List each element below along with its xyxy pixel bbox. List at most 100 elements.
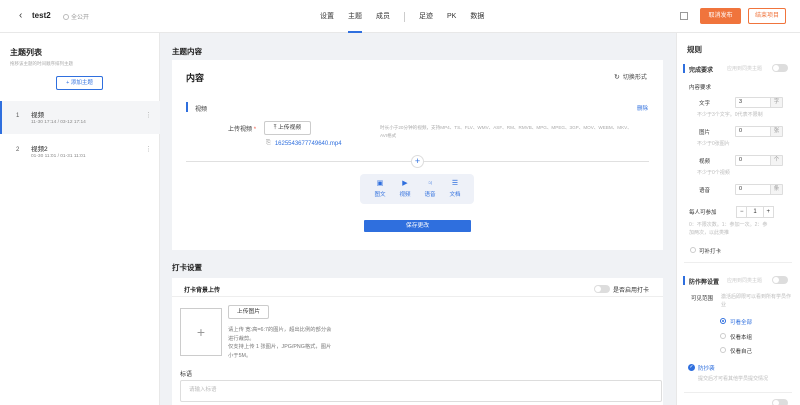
anti-copy-checkbox[interactable]: ✓ <box>688 364 695 371</box>
image-hint: 请上传 宽:高=6:7的图片，超出比例的部分会进行裁剪。 仅支持上传 1 张图片… <box>228 326 332 360</box>
document-icon: ☰ <box>451 180 459 187</box>
block-type-toolbar: ▣ 图文 ▶ 视频 ♃ 语音 ☰ 文档 <box>360 174 474 204</box>
video-unit: 个 <box>770 156 782 165</box>
topic-list-title: 主题列表 <box>10 48 42 57</box>
add-topic-button[interactable]: + 添加主题 <box>56 76 103 90</box>
list-item[interactable]: 2 视频2 01-30 11:01 / 01-31 11:01 ⋮ <box>0 135 160 168</box>
image-label: 图片 <box>699 130 711 136</box>
image-count-value: 0 <box>739 128 743 134</box>
image-count-input[interactable]: 0 张 <box>735 126 783 137</box>
image-text-icon: ▣ <box>376 180 384 187</box>
apply-all-toggle[interactable] <box>772 276 788 284</box>
visibility-status[interactable]: 全公开 <box>63 12 89 21</box>
tab-data[interactable]: 数据 <box>470 0 484 33</box>
next-section-toggle[interactable] <box>772 399 788 405</box>
voice-unit: 条 <box>770 185 782 194</box>
add-image-text-button[interactable]: ▣ 图文 <box>369 179 391 198</box>
add-video-button[interactable]: ▶ 视频 <box>394 179 416 198</box>
switch-form-button[interactable]: ↻ 切换形式 <box>614 72 647 82</box>
rules-title: 规则 <box>687 45 702 54</box>
end-project-button[interactable]: 结束项目 <box>748 8 786 24</box>
project-title: test2 <box>32 11 51 20</box>
complete-requirement-title: 完成要求 <box>689 68 714 74</box>
more-icon[interactable]: ⋮ <box>145 111 152 119</box>
video-label: 视频 <box>699 159 711 165</box>
slogan-input[interactable]: 请输入标语 <box>180 380 662 402</box>
image-hint-1: 请上传 宽:高=6:7的图片，超出比例的部分会进行裁剪。 <box>228 327 332 342</box>
main-nav: 设置 主题 成员 足迹 PK 数据 <box>320 0 484 33</box>
topic-number: 2 <box>16 147 20 153</box>
video-icon: ▶ <box>402 180 408 187</box>
upload-video-label: 上传视频 * <box>228 124 256 133</box>
tool-label: 语音 <box>424 192 436 198</box>
per-person-stepper[interactable]: − 1 + <box>736 206 774 218</box>
video-count-input[interactable]: 0 个 <box>735 155 783 166</box>
tool-label: 文档 <box>449 192 461 198</box>
top-bar: ‹ test2 全公开 设置 主题 成员 足迹 PK 数据 取消发布 结束项目 <box>0 0 800 33</box>
chevron-left-icon[interactable]: ‹ <box>19 11 22 21</box>
upload-hint: 时长小于20分钟的视频，支持MP4、TS、FLV、WMV、ASF、RM、RMVB… <box>380 125 632 138</box>
save-changes-button[interactable]: 保存更改 <box>364 220 471 232</box>
video-count-value: 0 <box>739 157 743 163</box>
anti-cheat-title: 防作弊设置 <box>689 280 720 286</box>
tab-members[interactable]: 成员 <box>376 0 390 33</box>
per-person-hint: 0：不限次数。1：参加一次。2：参加两次，以此类推 <box>689 222 768 236</box>
image-drop-area[interactable]: + <box>180 308 222 356</box>
tab-footprint[interactable]: 足迹 <box>419 0 433 33</box>
checkin-settings-label: 打卡设置 <box>172 263 202 272</box>
bg-upload-title: 打卡背景上传 <box>184 288 221 294</box>
globe-icon <box>63 13 69 20</box>
block-indicator <box>186 102 188 112</box>
makeup-checkbox[interactable] <box>690 247 696 253</box>
required-mark: * <box>253 127 257 133</box>
topic-list-panel: 主题列表 拖移该主题的时间顺序排列主题 + 添加主题 1 视频 11-30 17… <box>0 33 160 405</box>
upload-image-button[interactable]: 上传图片 <box>228 305 269 319</box>
upload-video-button-label: 上传视频 <box>277 125 302 131</box>
apply-all-toggle[interactable] <box>772 64 788 72</box>
add-block-icon[interactable]: + <box>411 155 424 168</box>
divider <box>684 262 792 263</box>
minus-icon[interactable]: − <box>737 207 746 217</box>
radio-view-all-label: 可看全部 <box>730 320 753 326</box>
divider <box>172 296 663 297</box>
add-voice-button[interactable]: ♃ 语音 <box>419 179 441 198</box>
tab-topics[interactable]: 主题 <box>348 0 362 33</box>
text-count-input[interactable]: 3 字 <box>735 97 783 108</box>
radio-view-self[interactable] <box>720 347 726 353</box>
topic-time: 01-30 11:01 / 01-31 11:01 <box>31 154 86 159</box>
tab-settings[interactable]: 设置 <box>320 0 334 33</box>
refresh-icon: ↻ <box>614 73 620 81</box>
anti-copy-hint: 提交后才可看其他学员提交情况 <box>698 376 769 382</box>
radio-view-all[interactable] <box>720 318 726 324</box>
list-item[interactable]: 1 视频 11-30 17:14 / 03-12 17:14 ⋮ <box>0 101 160 134</box>
topic-name: 视频2 <box>31 146 48 153</box>
radio-view-group-label: 仅看本组 <box>730 335 753 341</box>
add-document-button[interactable]: ☰ 文档 <box>444 179 466 198</box>
radio-view-self-label: 仅看自己 <box>730 349 753 355</box>
video-block-label: 视频 <box>195 107 208 113</box>
slogan-label: 标语 <box>180 372 193 378</box>
apply-all-label: 应用到同类主题 <box>727 278 763 284</box>
voice-count-input[interactable]: 0 条 <box>735 184 783 195</box>
upload-video-button[interactable]: ⤒ 上传视频 <box>264 121 311 135</box>
attachment-icon: ⎘ <box>266 140 271 146</box>
nav-divider <box>404 11 405 22</box>
anti-copy-label: 防抄袭 <box>698 366 715 372</box>
text-unit: 字 <box>770 98 782 107</box>
upload-label-text: 上传视频 <box>228 127 253 133</box>
text-hint: 不少于3个文字。0代表不限制 <box>697 112 763 118</box>
image-unit: 张 <box>770 127 782 136</box>
enable-bg-toggle[interactable] <box>594 285 610 293</box>
plus-icon[interactable]: + <box>764 207 773 217</box>
delete-button[interactable]: 删除 <box>637 104 648 112</box>
divider <box>684 392 792 393</box>
tab-pk[interactable]: PK <box>447 0 456 33</box>
cancel-publish-button[interactable]: 取消发布 <box>700 8 741 24</box>
qr-code-icon[interactable] <box>680 12 688 20</box>
section-indicator <box>683 64 685 73</box>
radio-view-group[interactable] <box>720 333 726 339</box>
uploaded-file[interactable]: ⎘ 1625543677749640.mp4 <box>266 140 342 147</box>
topic-list-subtitle: 拖移该主题的时间顺序排列主题 <box>10 61 73 66</box>
more-icon[interactable]: ⋮ <box>145 145 152 153</box>
per-person-label: 每人可参加 <box>689 210 717 216</box>
